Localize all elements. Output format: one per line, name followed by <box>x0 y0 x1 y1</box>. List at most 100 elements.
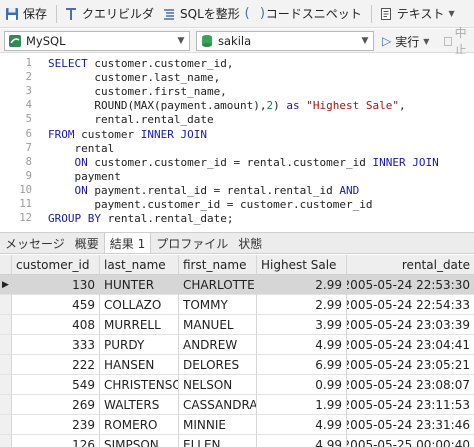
code-line: rental.rental_date <box>48 113 213 126</box>
row-indicator[interactable] <box>0 355 12 375</box>
result-tab[interactable]: 状態 <box>233 233 267 253</box>
row-indicator[interactable] <box>0 335 12 355</box>
cell-last-name[interactable]: PURDY <box>100 335 179 355</box>
column-header-highest-sale[interactable]: Highest Sale <box>257 255 347 275</box>
row-indicator[interactable] <box>0 315 12 335</box>
query-builder-button[interactable]: クエリビルダ <box>61 3 159 25</box>
table-row[interactable]: 126 SIMPSON ELLEN 4.99 2005-05-25 00:00:40 <box>0 435 474 447</box>
table-row[interactable]: ▶ 130 HUNTER CHARLOTTE 2.99 2005-05-24 22:53:… <box>0 275 474 295</box>
code-line: ON customer.customer_id = rental.custome… <box>48 156 439 169</box>
cell-last-name[interactable]: WALTERS <box>100 395 179 415</box>
cell-rental-date[interactable]: 2005-05-24 23:31:46 <box>347 415 474 435</box>
cell-first-name[interactable]: MANUEL <box>179 315 257 335</box>
cell-first-name[interactable]: MINNIE <box>179 415 257 435</box>
row-indicator[interactable] <box>0 415 12 435</box>
cell-first-name[interactable]: CHARLOTTE <box>179 275 257 295</box>
cell-last-name[interactable]: HUNTER <box>100 275 179 295</box>
table-row[interactable]: 549 CHRISTENSO NELSON 0.99 2005-05-24 23:08:… <box>0 375 474 395</box>
table-row[interactable]: 222 HANSEN DELORES 6.99 2005-05-24 23:05:21 <box>0 355 474 375</box>
sql-text: customer.last_name, <box>48 71 221 85</box>
database-value: sakila <box>218 34 252 48</box>
cell-last-name[interactable]: HANSEN <box>100 355 179 375</box>
cell-customer-id[interactable]: 222 <box>12 355 100 375</box>
column-header-last-name[interactable]: last_name <box>100 255 179 275</box>
cell-first-name[interactable]: CASSANDRA <box>179 395 257 415</box>
line-number: 8 <box>25 155 32 168</box>
cell-highest-sale[interactable]: 0.99 <box>257 375 347 395</box>
cell-rental-date[interactable]: 2005-05-24 23:11:53 <box>347 395 474 415</box>
column-header-customer-id[interactable]: customer_id <box>12 255 100 275</box>
run-button[interactable]: ▷ 実行 ▼ <box>382 32 429 50</box>
cell-first-name[interactable]: ANDREW <box>179 335 257 355</box>
cell-last-name[interactable]: MURRELL <box>100 315 179 335</box>
cell-first-name[interactable]: ELLEN <box>179 435 257 447</box>
cell-rental-date[interactable]: 2005-05-24 22:53:30 <box>347 275 474 295</box>
cell-customer-id[interactable]: 333 <box>12 335 100 355</box>
chevron-down-icon: ▼ <box>177 36 185 46</box>
cell-customer-id[interactable]: 269 <box>12 395 100 415</box>
cell-customer-id[interactable]: 239 <box>12 415 100 435</box>
beautify-sql-button[interactable]: SQLを整形 <box>159 3 245 25</box>
cell-customer-id[interactable]: 126 <box>12 435 100 447</box>
cell-rental-date[interactable]: 2005-05-24 23:08:07 <box>347 375 474 395</box>
cell-highest-sale[interactable]: 1.99 <box>257 395 347 415</box>
cell-first-name[interactable]: DELORES <box>179 355 257 375</box>
sql-editor[interactable]: 1 2 3 4 5 6 7 8 9 10 11 12 SELECT customer.customer… <box>0 54 474 232</box>
sql-text: rental.rental_date; <box>100 212 234 226</box>
connection-value: MySQL <box>26 34 66 48</box>
row-indicator[interactable] <box>0 435 12 447</box>
database-icon <box>199 33 215 49</box>
result-tab[interactable]: 概要 <box>70 233 104 253</box>
query-builder-label: クエリビルダ <box>82 7 155 21</box>
sql-keyword: GROUP BY <box>48 212 101 226</box>
cell-rental-date[interactable]: 2005-05-24 22:54:33 <box>347 295 474 315</box>
column-header-first-name[interactable]: first_name <box>179 255 257 275</box>
table-row[interactable]: 459 COLLAZO TOMMY 2.99 2005-05-24 22:54:33 <box>0 295 474 315</box>
database-select[interactable]: sakila ▼ <box>196 31 374 51</box>
cell-customer-id[interactable]: 130 <box>12 275 100 295</box>
row-indicator[interactable] <box>0 395 12 415</box>
cell-rental-date[interactable]: 2005-05-24 23:05:21 <box>347 355 474 375</box>
cell-first-name[interactable]: NELSON <box>179 375 257 395</box>
result-tab[interactable]: メッセージ <box>0 233 70 253</box>
column-header-rental-date[interactable]: rental_date <box>347 255 474 275</box>
table-row[interactable]: 408 MURRELL MANUEL 3.99 2005-05-24 23:03:39 <box>0 315 474 335</box>
chevron-down-icon: ▼ <box>448 9 455 18</box>
cell-rental-date[interactable]: 2005-05-24 23:04:41 <box>347 335 474 355</box>
cell-highest-sale[interactable]: 4.99 <box>257 335 347 355</box>
cell-highest-sale[interactable]: 3.99 <box>257 315 347 335</box>
save-button[interactable]: 保存 <box>2 3 52 25</box>
table-row[interactable]: 269 WALTERS CASSANDRA 1.99 2005-05-24 23:11:… <box>0 395 474 415</box>
cell-customer-id[interactable]: 549 <box>12 375 100 395</box>
row-indicator[interactable] <box>0 295 12 315</box>
code-snippet-button[interactable]: ( ) コードスニペット <box>243 3 367 25</box>
current-row-arrow-icon[interactable]: ▶ <box>0 275 12 295</box>
cell-rental-date[interactable]: 2005-05-25 00:00:40 <box>347 435 474 447</box>
line-number: 11 <box>19 198 32 210</box>
table-row[interactable]: 333 PURDY ANDREW 4.99 2005-05-24 23:04:41 <box>0 335 474 355</box>
table-row[interactable]: 239 ROMERO MINNIE 4.99 2005-05-24 23:31:46 <box>0 415 474 435</box>
cell-highest-sale[interactable]: 2.99 <box>257 295 347 315</box>
cell-last-name[interactable]: ROMERO <box>100 415 179 435</box>
cell-last-name[interactable]: SIMPSON <box>100 435 179 447</box>
results-grid[interactable]: customer_id last_name first_name Highest Sa… <box>0 255 474 447</box>
cell-first-name[interactable]: TOMMY <box>179 295 257 315</box>
line-number: 5 <box>25 113 32 126</box>
cell-highest-sale[interactable]: 6.99 <box>257 355 347 375</box>
connection-select[interactable]: MySQL ▼ <box>4 31 190 51</box>
result-tab[interactable]: 結果 1 <box>103 232 152 253</box>
cell-highest-sale[interactable]: 4.99 <box>257 415 347 435</box>
cell-last-name[interactable]: CHRISTENSO <box>100 375 179 395</box>
cell-highest-sale[interactable]: 4.99 <box>257 435 347 447</box>
cell-customer-id[interactable]: 408 <box>12 315 100 335</box>
cell-customer-id[interactable]: 459 <box>12 295 100 315</box>
text-button[interactable]: テキスト ▼ <box>376 3 460 25</box>
cell-rental-date[interactable]: 2005-05-24 23:03:39 <box>347 315 474 335</box>
sql-text: customer <box>74 127 141 141</box>
cell-last-name[interactable]: COLLAZO <box>100 295 179 315</box>
row-indicator[interactable] <box>0 375 12 395</box>
result-tab[interactable]: プロファイル <box>151 233 233 253</box>
stop-button[interactable]: 中止 <box>444 26 474 57</box>
cell-highest-sale[interactable]: 2.99 <box>257 275 347 295</box>
